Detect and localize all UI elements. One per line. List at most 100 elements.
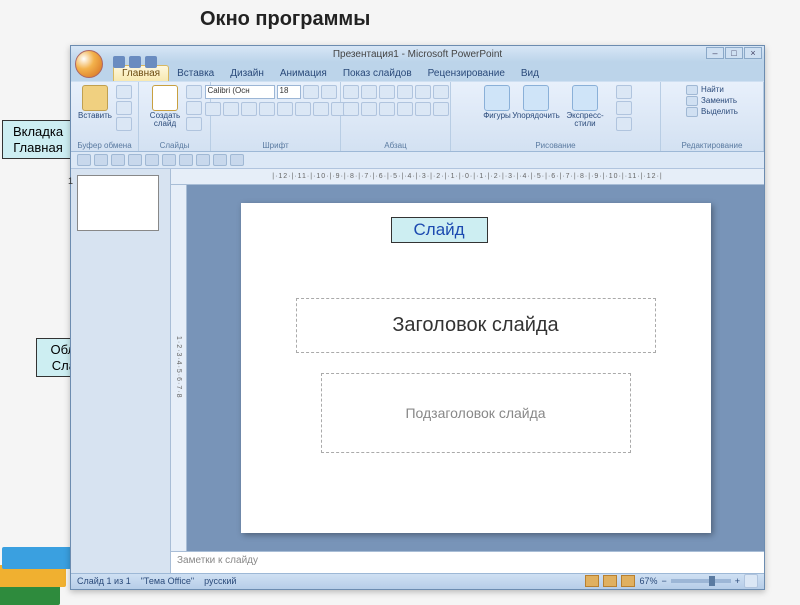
office-button[interactable] (75, 50, 103, 78)
fit-icon[interactable] (744, 574, 758, 588)
shapes-button[interactable]: Фигуры (479, 85, 515, 120)
ribbon-group-font: Calibri (Осн 18 Шрифт (211, 82, 341, 151)
view-slideshow-icon[interactable] (621, 575, 635, 587)
text-direction-icon[interactable] (433, 85, 449, 99)
replace-label: Заменить (701, 96, 737, 105)
sub-icon[interactable] (94, 154, 108, 166)
bullets-icon[interactable] (343, 85, 359, 99)
indent-inc-icon[interactable] (397, 85, 413, 99)
select-label: Выделить (701, 107, 738, 116)
sub-icon[interactable] (196, 154, 210, 166)
underline-icon[interactable] (241, 102, 257, 116)
status-bar: Слайд 1 из 1 "Тема Office" русский 67% −… (71, 573, 764, 590)
slide-canvas-viewport[interactable]: Слайд Заголовок слайда Подзаголовок слай… (187, 185, 764, 551)
slide-thumbnail-1[interactable] (77, 175, 159, 231)
shape-effects-icon[interactable] (616, 117, 632, 131)
align-right-icon[interactable] (379, 102, 395, 116)
qat-redo-icon[interactable] (145, 56, 157, 68)
ribbon-tabs: Главная Вставка Дизайн Анимация Показ сл… (71, 62, 764, 80)
reset-icon[interactable] (186, 101, 202, 115)
tab-animation[interactable]: Анимация (272, 66, 335, 81)
quick-styles-label: Экспресс-стили (557, 112, 613, 128)
shrink-font-icon[interactable] (321, 85, 337, 99)
minimize-button[interactable]: – (706, 47, 724, 59)
char-spacing-icon[interactable] (295, 102, 311, 116)
close-button[interactable]: × (744, 47, 762, 59)
quick-styles-button[interactable]: Экспресс-стили (557, 85, 613, 128)
columns-icon[interactable] (415, 102, 431, 116)
italic-icon[interactable] (223, 102, 239, 116)
paste-button[interactable]: Вставить (77, 85, 113, 120)
copy-icon[interactable] (116, 101, 132, 115)
status-lang[interactable]: русский (204, 576, 236, 586)
change-case-icon[interactable] (313, 102, 329, 116)
grow-font-icon[interactable] (303, 85, 319, 99)
new-slide-label: Создать слайд (150, 112, 180, 128)
notes-pane[interactable]: Заметки к слайду (171, 551, 764, 573)
align-text-icon[interactable] (433, 102, 449, 116)
view-sorter-icon[interactable] (603, 575, 617, 587)
new-slide-button[interactable]: Создать слайд (147, 85, 183, 128)
font-family-combo[interactable]: Calibri (Осн (205, 85, 275, 99)
layout-icon[interactable] (186, 85, 202, 99)
delete-slide-icon[interactable] (186, 117, 202, 131)
shape-fill-icon[interactable] (616, 85, 632, 99)
zoom-value[interactable]: 67% (639, 576, 657, 586)
replace-icon (686, 96, 698, 106)
qat-save-icon[interactable] (113, 56, 125, 68)
tab-insert[interactable]: Вставка (169, 66, 222, 81)
arrange-button[interactable]: Упорядочить (518, 85, 554, 120)
sub-icon[interactable] (77, 154, 91, 166)
sub-icon[interactable] (128, 154, 142, 166)
tab-view[interactable]: Вид (513, 66, 547, 81)
sub-icon[interactable] (145, 154, 159, 166)
shape-outline-icon[interactable] (616, 101, 632, 115)
numbering-icon[interactable] (361, 85, 377, 99)
status-slide-pos: Слайд 1 из 1 (77, 576, 131, 586)
select-button[interactable]: Выделить (686, 107, 738, 117)
maximize-button[interactable]: □ (725, 47, 743, 59)
align-left-icon[interactable] (343, 102, 359, 116)
sub-icon[interactable] (111, 154, 125, 166)
group-label-slides: Слайды (160, 141, 190, 150)
zoom-out-icon[interactable]: − (661, 576, 666, 586)
subtitle-placeholder[interactable]: Подзаголовок слайда (321, 373, 631, 453)
replace-button[interactable]: Заменить (686, 96, 737, 106)
callout-slide: Слайд (391, 217, 488, 243)
sub-icon[interactable] (213, 154, 227, 166)
shapes-label: Фигуры (483, 112, 511, 120)
view-normal-icon[interactable] (585, 575, 599, 587)
tab-review[interactable]: Рецензирование (420, 66, 513, 81)
shadow-icon[interactable] (277, 102, 293, 116)
tab-design[interactable]: Дизайн (222, 66, 272, 81)
qat-undo-icon[interactable] (129, 56, 141, 68)
strike-icon[interactable] (259, 102, 275, 116)
title-placeholder[interactable]: Заголовок слайда (296, 298, 656, 353)
sub-icon[interactable] (230, 154, 244, 166)
find-button[interactable]: Найти (686, 85, 724, 95)
quick-access-toolbar (75, 46, 157, 74)
slide-thumbnails-pane[interactable] (71, 169, 171, 573)
zoom-in-icon[interactable]: + (735, 576, 740, 586)
format-painter-icon[interactable] (116, 117, 132, 131)
group-label-font: Шрифт (262, 141, 288, 150)
font-size-combo[interactable]: 18 (277, 85, 301, 99)
paste-label: Вставить (78, 112, 112, 120)
line-spacing-icon[interactable] (415, 85, 431, 99)
ribbon-group-clipboard: Вставить Буфер обмена (71, 82, 139, 151)
editor-area: |·12·|·11·|·10·|·9·|·8·|·7·|·6·|·5·|·4·|… (171, 169, 764, 573)
sub-icon[interactable] (162, 154, 176, 166)
align-center-icon[interactable] (361, 102, 377, 116)
status-theme: "Тема Office" (141, 576, 194, 586)
tab-slideshow[interactable]: Показ слайдов (335, 66, 420, 81)
titlebar: Презентация1 - Microsoft PowerPoint – □ … (71, 46, 764, 62)
sub-icon[interactable] (179, 154, 193, 166)
cut-icon[interactable] (116, 85, 132, 99)
bold-icon[interactable] (205, 102, 221, 116)
ribbon: Вставить Буфер обмена Создать слайд (71, 81, 764, 152)
zoom-slider[interactable] (671, 579, 731, 583)
indent-dec-icon[interactable] (379, 85, 395, 99)
justify-icon[interactable] (397, 102, 413, 116)
callout-home-tab: Вкладка Главная (2, 120, 74, 159)
slide[interactable]: Слайд Заголовок слайда Подзаголовок слай… (241, 203, 711, 533)
